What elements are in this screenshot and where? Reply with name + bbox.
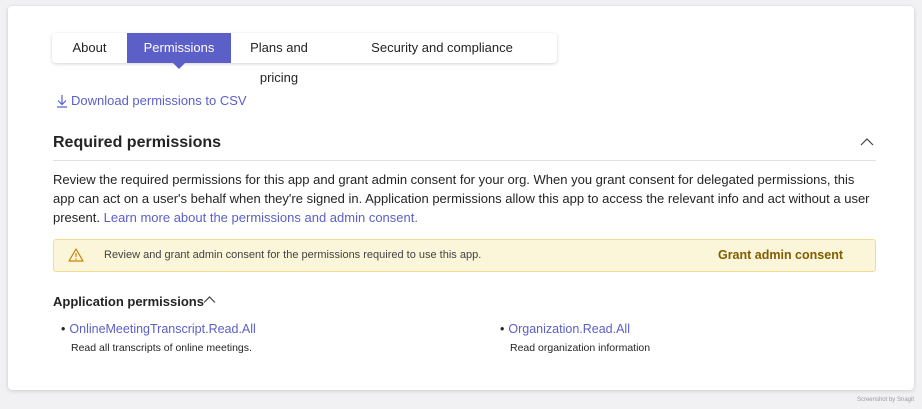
grant-admin-consent-button[interactable]: Grant admin consent	[718, 248, 843, 262]
download-icon	[57, 94, 67, 108]
bullet: •	[61, 322, 66, 336]
section-description: Review the required permissions for this…	[53, 170, 879, 227]
permission-description: Read all transcripts of online meetings.	[71, 342, 252, 354]
tab-permissions[interactable]: Permissions	[127, 33, 231, 69]
permission-item: • Organization.Read.All Read organization…	[500, 320, 650, 354]
watermark: Screenshot by Snagit	[856, 397, 914, 403]
section-title: Required permissions	[53, 134, 222, 151]
tab-bar: About Permissions Plans and pricing Secu…	[52, 33, 557, 85]
tab-plans-and-pricing[interactable]: Plans and pricing	[231, 33, 327, 85]
download-csv-label: Download permissions to CSV	[71, 93, 247, 108]
download-csv-link[interactable]: Download permissions to CSV	[56, 93, 247, 108]
bullet: •	[500, 322, 505, 336]
tab-about[interactable]: About	[52, 33, 127, 63]
admin-consent-banner: Review and grant admin consent for the p…	[53, 239, 876, 272]
application-permissions-title: Application permissions	[53, 294, 204, 309]
tab-security-and-compliance[interactable]: Security and compliance	[327, 33, 557, 63]
permission-name-link[interactable]: OnlineMeetingTranscript.Read.All	[69, 322, 255, 336]
permission-item: • OnlineMeetingTranscript.Read.All Read a…	[61, 320, 256, 354]
warning-icon	[68, 248, 84, 262]
banner-text: Review and grant admin consent for the p…	[104, 249, 482, 261]
permission-name-link[interactable]: Organization.Read.All	[508, 322, 630, 336]
permission-description: Read organization information	[510, 342, 651, 354]
learn-more-link[interactable]: Learn more about the permissions and adm…	[104, 210, 418, 225]
chevron-up-icon[interactable]	[860, 137, 874, 146]
divider	[53, 160, 876, 161]
chevron-up-icon[interactable]	[203, 295, 216, 304]
